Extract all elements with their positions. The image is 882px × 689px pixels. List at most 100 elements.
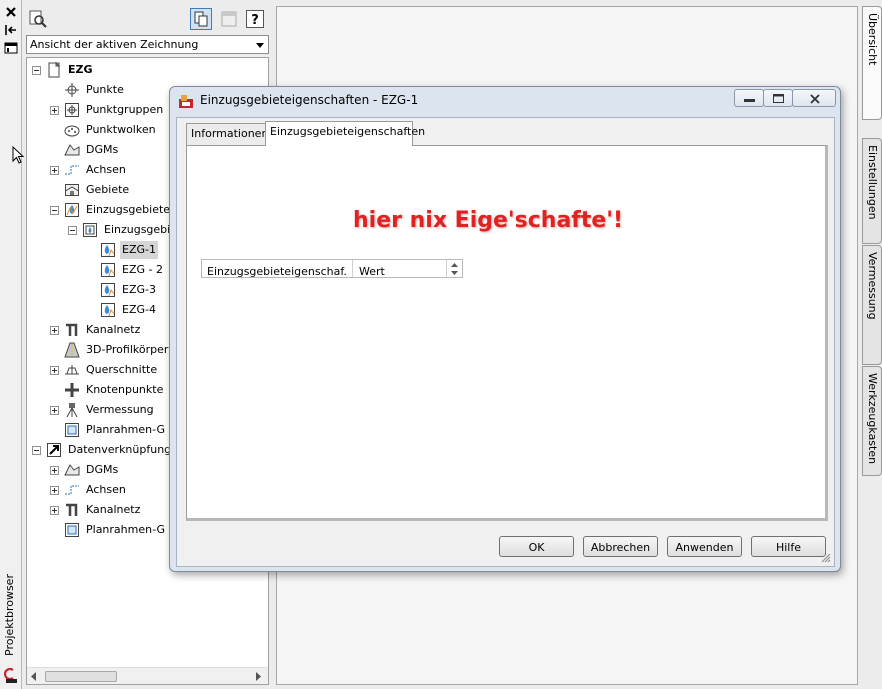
close-icon[interactable]	[4, 5, 18, 19]
maximize-icon	[773, 94, 784, 103]
scroll-right-icon[interactable]	[256, 672, 262, 681]
dialog-body: Informationen Einzugsgebieteigenschaften…	[176, 117, 835, 567]
expand-icon[interactable]	[50, 366, 59, 375]
close-button[interactable]	[792, 89, 836, 107]
tab-werkzeugkasten-label: Werkzeugkasten	[866, 373, 879, 465]
view-select[interactable]: Ansicht der aktiven Zeichnung	[26, 35, 269, 54]
tree-node-label: Kanalnetz	[86, 323, 141, 336]
surface-icon	[64, 144, 80, 156]
svg-text:?: ?	[251, 13, 259, 28]
assembly-icon	[65, 365, 79, 375]
tab-einzugsgebieteigenschaften-label: Einzugsgebieteigenschaften	[270, 125, 426, 138]
help-icon[interactable]: ?	[244, 8, 266, 30]
tab-einstellungen-label: Einstellungen	[866, 145, 879, 220]
tree-node-label: Punkte	[86, 83, 124, 96]
tree-node-label: Punktwolken	[86, 123, 156, 136]
tab-uebersicht[interactable]: Übersicht	[862, 6, 882, 120]
tab-informationen-label: Informationen	[191, 127, 269, 140]
grid-column-value-label: Wert	[359, 265, 385, 278]
properties-panel: hier nix Eige'schafte'! Einzugsgebieteig…	[186, 145, 828, 521]
survey-icon	[66, 403, 78, 418]
catchment-item-icon	[101, 243, 115, 257]
tab-vermessung-label: Vermessung	[866, 252, 879, 320]
palette-strip: Projektbrowser	[0, 0, 22, 689]
tab-einzugsgebieteigenschaften[interactable]: Einzugsgebieteigenschaften	[265, 121, 425, 146]
tree-node-label: Knotenpunkte	[86, 383, 164, 396]
ok-button[interactable]: OK	[499, 536, 574, 557]
list-view-icon[interactable]	[218, 8, 240, 30]
catchment-properties-icon	[179, 95, 193, 108]
expand-icon[interactable]	[50, 326, 59, 335]
tree-node-label: Kanalnetz	[86, 503, 141, 516]
expand-icon[interactable]	[50, 166, 59, 175]
grid-column-value[interactable]: Wert	[352, 260, 447, 278]
expand-icon[interactable]	[50, 466, 59, 475]
palette-title: Projektbrowser	[1, 560, 21, 660]
properties-icon[interactable]	[4, 41, 18, 55]
collapse-icon[interactable]	[50, 206, 59, 215]
expand-icon[interactable]	[50, 506, 59, 515]
tab-informationen[interactable]: Informationen	[186, 123, 269, 145]
tree-node-label: Achsen	[86, 483, 126, 496]
tree-horizontal-scrollbar[interactable]	[27, 667, 268, 684]
spinner-arrows-icon	[451, 263, 458, 275]
tree-node-label: EZG-3	[122, 283, 156, 296]
close-icon	[810, 94, 820, 104]
maximize-button[interactable]	[763, 89, 793, 107]
tree-node-label: Gebiete	[86, 183, 130, 196]
tree-node-label: Planrahmen-G	[86, 523, 165, 536]
browser-toolbar: ?	[22, 0, 270, 34]
collapse-icon[interactable]	[32, 446, 41, 455]
item-view-icon[interactable]	[190, 8, 212, 30]
tree-node-label: Vermessung	[86, 403, 154, 416]
tab-vermessung[interactable]: Vermessung	[862, 245, 882, 365]
tree-node-label: EZG-1	[120, 241, 158, 259]
civil3d-logo-icon	[4, 668, 17, 683]
catchment-item-icon	[101, 263, 115, 277]
data-shortcut-icon	[47, 443, 61, 457]
tab-uebersicht-label: Übersicht	[866, 13, 879, 66]
help-button[interactable]: Hilfe	[751, 536, 826, 557]
scrollbar-thumb[interactable]	[45, 671, 117, 682]
tree-node-label: 3D-Profilkörper	[86, 343, 169, 356]
search-icon[interactable]	[27, 8, 49, 30]
palette-title-label: Projektbrowser	[3, 574, 16, 656]
tree-node-label: EZG	[68, 63, 93, 76]
site-icon	[65, 184, 79, 196]
tree-node-label: Planrahmen-G	[86, 423, 165, 436]
tree-node-label: EZG - 2	[122, 263, 163, 276]
point-group-icon	[65, 103, 79, 117]
apply-button[interactable]: Anwenden	[667, 536, 742, 557]
alignment-icon	[65, 165, 79, 175]
tree-node-label: DGMs	[86, 143, 119, 156]
intersection-icon	[65, 383, 79, 397]
pipe-network-icon	[66, 503, 78, 516]
collapse-icon[interactable]	[32, 66, 41, 75]
dialog-title: Einzugsgebieteigenschaften - EZG-1	[200, 93, 419, 107]
catchment-icon	[65, 203, 79, 217]
pipe-network-icon	[66, 323, 78, 336]
minimize-icon	[744, 99, 755, 102]
scroll-left-icon[interactable]	[31, 672, 37, 681]
view-frame-icon	[65, 523, 79, 537]
expand-icon[interactable]	[50, 486, 59, 495]
point-cloud-icon	[64, 125, 80, 137]
expand-icon[interactable]	[50, 106, 59, 115]
mouse-cursor-icon	[12, 146, 24, 164]
expand-icon[interactable]	[50, 406, 59, 415]
collapse-icon[interactable]	[68, 226, 77, 235]
grid-column-property[interactable]: Einzugsgebieteigenschaf...	[207, 265, 347, 277]
cancel-button[interactable]: Abbrechen	[583, 536, 658, 557]
tab-einstellungen[interactable]: Einstellungen	[862, 138, 882, 244]
resize-grip-icon[interactable]	[821, 553, 831, 563]
catchment-item-icon	[101, 283, 115, 297]
catchment-item-icon	[101, 303, 115, 317]
minimize-button[interactable]	[734, 89, 764, 107]
alignment-icon	[65, 485, 79, 495]
tab-werkzeugkasten[interactable]: Werkzeugkasten	[862, 366, 882, 476]
autohide-icon[interactable]	[4, 23, 18, 37]
grid-spinner[interactable]	[446, 260, 462, 277]
surface-icon	[64, 464, 80, 476]
catchment-group-icon	[83, 223, 97, 237]
property-grid-header: Einzugsgebieteigenschaf... Wert	[201, 259, 463, 278]
